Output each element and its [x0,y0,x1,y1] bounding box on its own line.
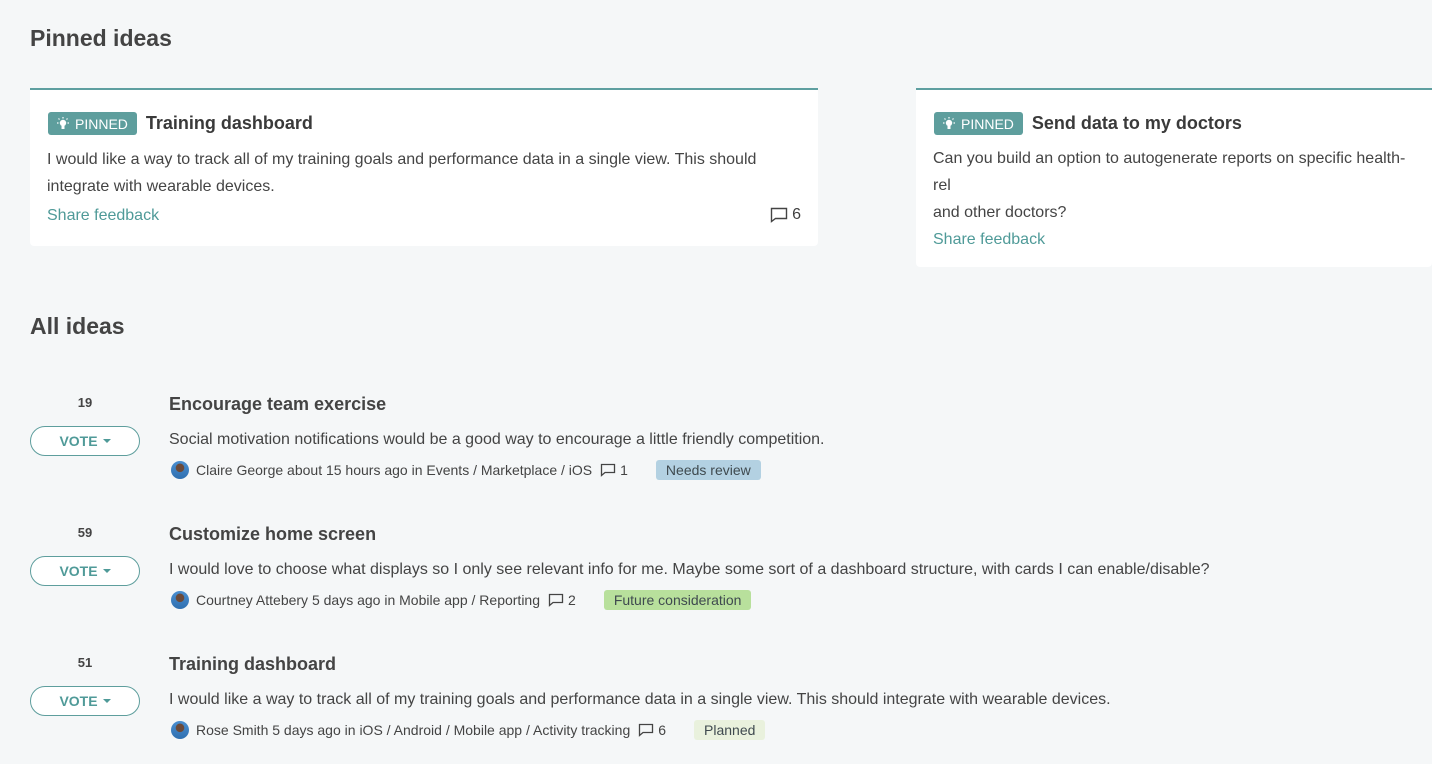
comment-icon [600,463,616,477]
pinned-label: PINNED [75,115,128,132]
desc-line: integrate with wearable devices. [47,178,275,195]
timestamp: 5 days ago in [311,592,396,608]
lightbulb-icon [57,116,69,129]
pinned-ideas-heading: Pinned ideas [30,25,172,51]
status-badge: Future consideration [603,590,752,610]
share-feedback-link[interactable]: Share feedback [933,231,1415,249]
vote-count: 19 [77,395,93,410]
card-title[interactable]: Send data to my doctors [1032,113,1242,134]
avatar [171,591,189,609]
categories[interactable]: Events / Marketplace / iOS [426,462,592,478]
pinned-label: PINNED [961,115,1014,132]
share-feedback-link[interactable]: Share feedback [47,207,159,225]
desc-line: Can you build an option to autogenerate … [933,150,1406,194]
card-description: I would like a way to track all of my tr… [47,146,756,200]
idea-row: 59 VOTE Customize home screen I would lo… [0,524,1432,625]
vote-button[interactable]: VOTE [30,556,140,586]
comment-icon [548,593,564,607]
comment-count[interactable]: 6 [770,206,801,224]
status-badge: Planned [694,720,766,740]
avatar [171,721,189,739]
idea-meta: Rose Smith 5 days ago in iOS / Android /… [171,720,766,740]
caret-down-icon [102,439,111,443]
author-name: Rose Smith [196,722,269,738]
comment-count[interactable]: 6 [638,722,666,738]
idea-meta: Claire George about 15 hours ago in Even… [171,460,761,480]
all-ideas-heading: All ideas [30,313,125,339]
comment-count-value: 6 [658,722,667,738]
idea-title[interactable]: Training dashboard [169,654,336,675]
idea-title[interactable]: Customize home screen [169,524,376,545]
comment-count[interactable]: 1 [600,462,628,478]
idea-description: I would like a way to track all of my tr… [169,691,1111,708]
card-title[interactable]: Training dashboard [146,113,313,134]
timestamp: about 15 hours ago in [287,462,423,478]
vote-button[interactable]: VOTE [30,426,140,456]
vote-label: VOTE [59,563,98,579]
status-badge: Needs review [655,460,761,480]
card-description: Can you build an option to autogenerate … [933,145,1415,226]
author-name: Claire George [196,462,284,478]
comment-count-value: 2 [568,592,576,608]
caret-down-icon [102,569,111,573]
desc-line: I would like a way to track all of my tr… [47,151,757,168]
avatar [171,461,189,479]
vote-label: VOTE [59,433,98,449]
idea-meta: Courtney Attebery 5 days ago in Mobile a… [171,590,752,610]
comment-count-value: 6 [792,206,801,223]
vote-button[interactable]: VOTE [30,686,140,716]
author-name: Courtney Attebery [196,592,309,608]
pinned-card: PINNED Training dashboard I would like a… [30,88,818,246]
idea-row: 51 VOTE Training dashboard I would like … [0,654,1432,755]
comment-icon [770,207,788,223]
categories[interactable]: Mobile app / Reporting [399,592,540,608]
pinned-badge: PINNED [934,112,1023,135]
comment-count-value: 1 [620,462,628,478]
idea-row: 19 VOTE Encourage team exercise Social m… [0,394,1432,495]
comment-icon [639,723,654,737]
idea-description: Social motivation notifications would be… [169,431,825,448]
idea-title[interactable]: Encourage team exercise [169,394,386,415]
caret-down-icon [102,699,111,703]
categories[interactable]: iOS / Android / Mobile app / Activity tr… [359,722,630,738]
lightbulb-icon [943,116,955,129]
desc-line: and other doctors? [933,204,1067,221]
vote-count: 51 [77,655,93,670]
pinned-badge: PINNED [48,112,137,135]
pinned-card: PINNED Send data to my doctors Can you b… [916,88,1432,267]
comment-count[interactable]: 2 [548,592,576,608]
idea-description: I would love to choose what displays so … [169,561,1210,578]
timestamp: 5 days ago in [272,722,356,738]
vote-label: VOTE [59,693,98,709]
vote-count: 59 [77,525,93,540]
